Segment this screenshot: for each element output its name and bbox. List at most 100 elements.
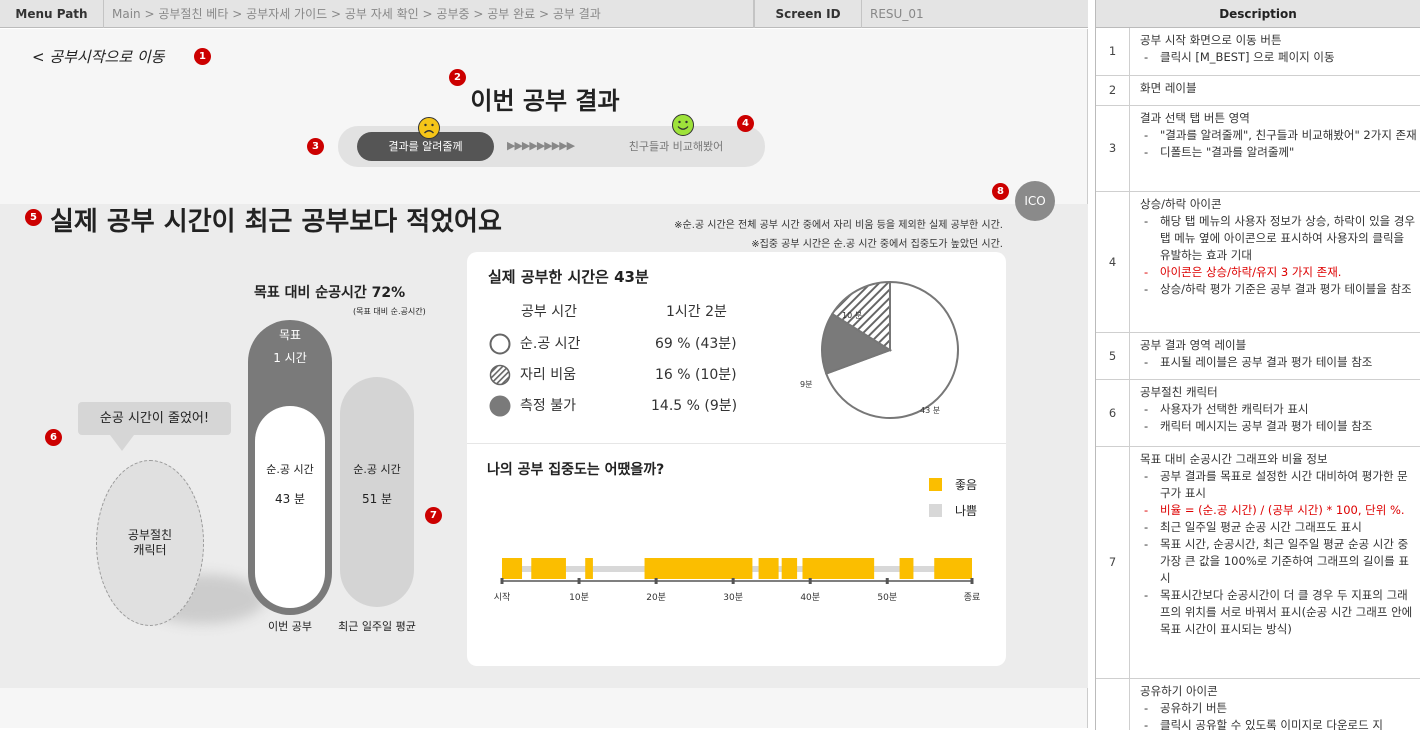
study-time-label: 공부 시간 bbox=[521, 304, 577, 320]
description-panel: Description 1 공부 시작 화면으로 이동 버튼클릭시 [M_BEST… bbox=[1095, 0, 1420, 730]
goal-label: 목표 bbox=[278, 328, 302, 342]
description-bullet: 사용자가 선택한 캐릭터가 표시 bbox=[1140, 401, 1417, 418]
description-row-7: 7목표 대비 순공시간 그래프와 비율 정보공부 결과를 목표로 설정한 시간 … bbox=[1096, 447, 1420, 679]
description-row-text: 결과 선택 탭 버튼 영역 "결과를 알려줄께", 친구들과 비교해봤어" 2가지… bbox=[1140, 110, 1417, 161]
goal-value: 1 시간 bbox=[273, 351, 307, 365]
focus-tick-label-5: 50분 bbox=[877, 592, 897, 603]
focus-tick-label-1: 10분 bbox=[569, 592, 589, 603]
pie-label-pure: 43 분 bbox=[920, 406, 940, 415]
sad-face-icon bbox=[418, 117, 440, 139]
bar2-caption: 최근 일주일 평균 bbox=[338, 620, 416, 633]
marker-1: 1 bbox=[194, 48, 211, 65]
result-heading: 실제 공부 시간이 최근 공부보다 적었어요 bbox=[50, 207, 502, 237]
marker-6: 6 bbox=[45, 429, 62, 446]
description-bullet: 캐릭터 메시지는 공부 결과 평가 테이블 참조 bbox=[1140, 418, 1417, 435]
description-row-title: 공부절친 캐릭터 bbox=[1140, 385, 1218, 399]
description-row-4: 4상승/하락 아이콘해당 탭 메뉴의 사용자 정보가 상승, 하락이 있을 경우… bbox=[1096, 192, 1420, 333]
menu-path: Main > 공부절친 베타 > 공부자세 가이드 > 공부 자세 확인 > 공… bbox=[104, 0, 754, 28]
focus-tick-label-0: 시작 bbox=[494, 592, 511, 603]
marker-7: 7 bbox=[425, 507, 442, 524]
stat-label-unmeasured: 측정 불가 bbox=[520, 398, 576, 414]
speech-bubble: 순공 시간이 줄었어! bbox=[78, 402, 231, 435]
description-row-number: 3 bbox=[1096, 106, 1130, 191]
description-header: Description bbox=[1096, 0, 1420, 28]
description-row-title: 결과 선택 탭 버튼 영역 bbox=[1140, 111, 1250, 125]
focus-tick-3 bbox=[731, 578, 735, 584]
focus-timeline-chart: 시작 10분 20분 30분 40분 50분 종료 bbox=[494, 558, 981, 603]
study-time-value: 1시간 2분 bbox=[666, 304, 727, 320]
description-row-title: 화면 레이블 bbox=[1140, 81, 1197, 95]
focus-tick-label-3: 30분 bbox=[723, 592, 743, 603]
pure-time-value: 43 분 bbox=[274, 492, 306, 506]
focus-tick-label-6: 종료 bbox=[964, 592, 981, 603]
description-bullet: 표시될 레이블은 공부 결과 평가 테이블 참조 bbox=[1140, 354, 1417, 371]
card-divider bbox=[467, 443, 1006, 444]
stat-label-away: 자리 비움 bbox=[520, 367, 576, 383]
share-icon[interactable]: ICO bbox=[1015, 181, 1055, 221]
back-to-start-link[interactable]: < 공부시작으로 이동 bbox=[32, 46, 165, 67]
description-bullet: 최근 일주일 평균 순공 시간 그래프도 표시 bbox=[1140, 519, 1417, 536]
description-row-title: 목표 대비 순공시간 그래프와 비율 정보 bbox=[1140, 452, 1328, 466]
description-row-text: 상승/하락 아이콘해당 탭 메뉴의 사용자 정보가 상승, 하락이 있을 경우 … bbox=[1140, 196, 1417, 298]
focus-good-segment-3 bbox=[585, 558, 593, 579]
stat-value-away: 16 % (10분) bbox=[655, 367, 737, 383]
focus-good-segment-5 bbox=[758, 558, 779, 579]
description-bullet: 비율 = (순.공 시간) / (공부 시간) * 100, 단위 %. bbox=[1140, 502, 1417, 519]
goal-ratio-text: 목표 대비 순공시간 72% bbox=[254, 282, 405, 302]
marker-5: 5 bbox=[25, 209, 42, 226]
filled-circle-icon bbox=[489, 395, 511, 417]
screen-canvas: < 공부시작으로 이동 1 2 이번 공부 결과 결과를 알려줄께 ▶▶▶▶▶▶… bbox=[0, 29, 1088, 728]
goal-ratio-prefix: 목표 대비 순공시간 bbox=[254, 285, 372, 301]
focus-good-segment-2 bbox=[531, 558, 566, 579]
description-row-number: 4 bbox=[1096, 192, 1130, 332]
empty-circle-icon bbox=[489, 333, 511, 355]
description-row-number: 1 bbox=[1096, 28, 1130, 75]
description-row-1: 1 공부 시작 화면으로 이동 버튼클릭시 [M_BEST] 으로 페이지 이동 bbox=[1096, 28, 1420, 76]
pie-label-away: 10 분 bbox=[842, 311, 862, 320]
screen-id-label: Screen ID bbox=[754, 0, 862, 28]
time-pie-chart: 10 분 9분 43 분 bbox=[800, 280, 959, 419]
description-row-title: 상승/하락 아이콘 bbox=[1140, 197, 1222, 211]
speech-bubble-tail bbox=[110, 435, 134, 451]
focus-tick-4 bbox=[808, 578, 812, 584]
description-row-text: 화면 레이블 bbox=[1140, 80, 1417, 97]
description-row-number: 6 bbox=[1096, 380, 1130, 446]
character-placeholder: 공부절친 캐릭터 bbox=[96, 460, 204, 626]
marker-3: 3 bbox=[307, 138, 324, 155]
menu-path-label: Menu Path bbox=[0, 0, 104, 28]
pie-label-unmeasured: 9분 bbox=[800, 380, 812, 389]
description-row-text: 목표 대비 순공시간 그래프와 비율 정보공부 결과를 목표로 설정한 시간 대… bbox=[1140, 451, 1417, 638]
description-bullet: 디폴트는 "결과를 알려줄께" bbox=[1140, 144, 1417, 161]
description-bullet: 목표 시간, 순공시간, 최근 일주일 평균 순공 시간 중 가장 큰 값을 1… bbox=[1140, 536, 1417, 587]
description-bullet: 목표시간보다 순공시간이 더 클 경우 두 지표의 그래프의 위치를 서로 바꿔… bbox=[1140, 587, 1417, 638]
focus-tick-5 bbox=[885, 578, 889, 584]
screen-id: RESU_01 bbox=[870, 7, 924, 21]
weekly-avg-label: 순.공 시간 bbox=[353, 463, 401, 476]
page-title: 이번 공부 결과 bbox=[470, 87, 620, 115]
pure-time-label: 순.공 시간 bbox=[266, 463, 314, 476]
legend-good-label: 좋음 bbox=[955, 478, 978, 492]
focus-tick-label-2: 20분 bbox=[646, 592, 666, 603]
focus-good-segment-1 bbox=[502, 558, 523, 579]
description-bullet: 클릭시 [M_BEST] 으로 페이지 이동 bbox=[1140, 49, 1417, 66]
actual-time-prefix: 실제 공부한 시간은 bbox=[488, 268, 615, 286]
tab-arrows: ▶▶▶▶▶▶▶▶▶ bbox=[507, 139, 575, 152]
description-bullet: 해당 탭 메뉴의 사용자 정보가 상승, 하락이 있을 경우 탭 메뉴 옆에 아… bbox=[1140, 213, 1417, 264]
description-bullet: 공유하기 버튼 bbox=[1140, 700, 1417, 717]
pure-time-bar bbox=[255, 406, 325, 608]
legend-bad-label: 나쁨 bbox=[955, 504, 978, 518]
description-row-text: 공부절친 캐릭터사용자가 선택한 캐릭터가 표시캐릭터 메시지는 공부 결과 평… bbox=[1140, 384, 1417, 435]
focus-heading: 나의 공부 집중도는 어땠을까? bbox=[487, 462, 665, 478]
marker-4: 4 bbox=[737, 115, 754, 132]
focus-good-segment-6 bbox=[781, 558, 798, 579]
actual-time-text: 실제 공부한 시간은 43분 bbox=[488, 266, 649, 287]
description-bullet: "결과를 알려줄께", 친구들과 비교해봤어" 2가지 존재 bbox=[1140, 127, 1417, 144]
description-row-number bbox=[1096, 679, 1130, 730]
goal-ratio-value: 72% bbox=[371, 285, 406, 301]
note-focus-time: ※집중 공부 시간은 순.공 시간 중에서 집중도가 높았던 시간. bbox=[751, 239, 1003, 250]
focus-tick-1 bbox=[577, 578, 581, 584]
description-bullet: 상승/하락 평가 기준은 공부 결과 평가 테이블을 참조 bbox=[1140, 281, 1417, 298]
description-row-2: 2 화면 레이블 bbox=[1096, 76, 1420, 106]
description-row-6: 6공부절친 캐릭터사용자가 선택한 캐릭터가 표시캐릭터 메시지는 공부 결과 … bbox=[1096, 380, 1420, 447]
smile-face-icon bbox=[672, 114, 694, 136]
